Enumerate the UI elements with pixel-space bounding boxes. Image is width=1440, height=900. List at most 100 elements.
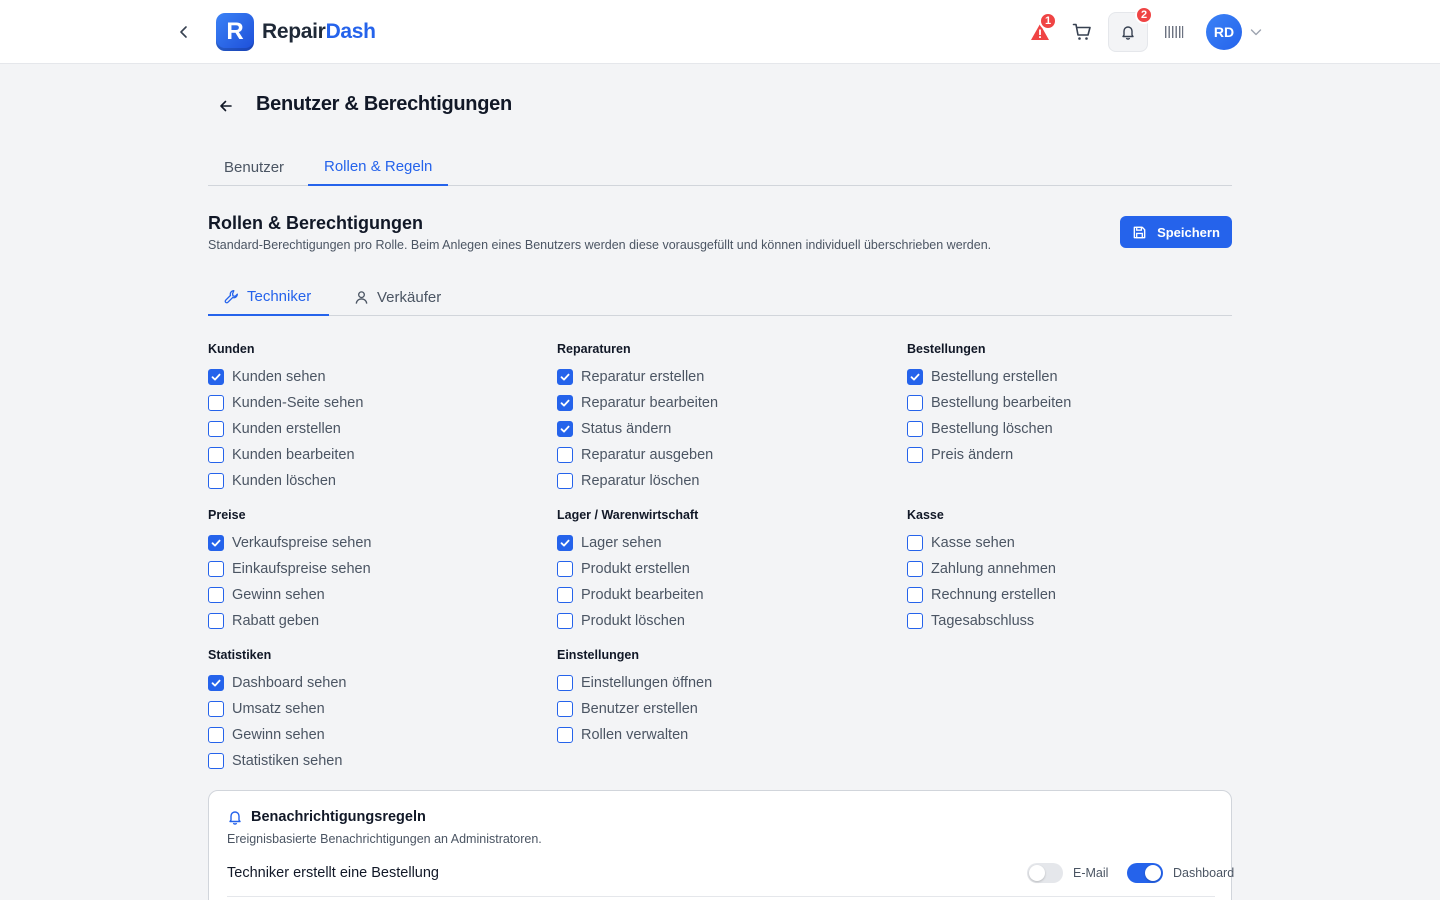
permission-checkbox[interactable] [907, 535, 923, 551]
permission-item[interactable]: Einstellungen öffnen [557, 670, 887, 696]
permission-label: Bestellung erstellen [931, 369, 1058, 385]
barcode-scanner-button[interactable] [1154, 12, 1194, 52]
chevron-down-icon[interactable] [1248, 24, 1264, 40]
permission-checkbox[interactable] [907, 447, 923, 463]
permission-item[interactable]: Rechnung erstellen [907, 582, 1237, 608]
tab-seller[interactable]: Verkäufer [338, 278, 457, 316]
permission-item[interactable]: Tagesabschluss [907, 608, 1237, 634]
permission-checkbox[interactable] [557, 369, 573, 385]
permission-checkbox[interactable] [557, 561, 573, 577]
permission-label: Zahlung annehmen [931, 561, 1056, 577]
permission-checkbox[interactable] [907, 421, 923, 437]
permission-item[interactable]: Kasse sehen [907, 530, 1237, 556]
permission-label: Preis ändern [931, 447, 1014, 463]
permission-checkbox[interactable] [557, 395, 573, 411]
permission-item[interactable]: Produkt erstellen [557, 556, 887, 582]
permission-checkbox[interactable] [208, 473, 224, 489]
permission-checkbox[interactable] [557, 587, 573, 603]
permission-item[interactable]: Reparatur erstellen [557, 364, 887, 390]
tab-roles-rules[interactable]: Rollen & Regeln [308, 148, 449, 186]
permission-checkbox[interactable] [208, 753, 224, 769]
permission-checkbox[interactable] [208, 613, 224, 629]
permission-checkbox[interactable] [208, 421, 224, 437]
permission-checkbox[interactable] [208, 675, 224, 691]
permission-label: Produkt löschen [581, 613, 685, 629]
permission-item[interactable]: Kunden sehen [208, 364, 538, 390]
permission-checkbox[interactable] [557, 421, 573, 437]
cart-button[interactable] [1062, 12, 1102, 52]
chevron-left-icon[interactable] [172, 20, 196, 44]
permission-label: Reparatur bearbeiten [581, 395, 719, 411]
permission-item[interactable]: Gewinn sehen [208, 722, 538, 748]
notification-rules-title: Benachrichtigungsregeln [251, 809, 426, 825]
tab-technician[interactable]: Techniker [208, 278, 329, 316]
permission-checkbox[interactable] [208, 727, 224, 743]
save-button[interactable]: Speichern [1120, 216, 1232, 248]
arrow-left-icon[interactable] [214, 94, 238, 118]
wrench-icon [224, 289, 238, 303]
permission-label: Statistiken sehen [232, 753, 343, 769]
role-tabs: Techniker Verkäufer [208, 278, 1232, 316]
permission-item[interactable]: Reparatur ausgeben [557, 442, 887, 468]
permission-checkbox[interactable] [557, 447, 573, 463]
check-icon [560, 399, 570, 407]
permission-group-title: Bestellungen [907, 342, 986, 356]
permission-checkbox[interactable] [907, 561, 923, 577]
main-tabs: Benutzer Rollen & Regeln [208, 148, 1232, 186]
permission-checkbox[interactable] [208, 447, 224, 463]
permission-item[interactable]: Reparatur bearbeiten [557, 390, 887, 416]
permission-checkbox[interactable] [557, 613, 573, 629]
permission-item[interactable]: Rabatt geben [208, 608, 538, 634]
permission-checkbox[interactable] [557, 473, 573, 489]
avatar[interactable]: RD [1206, 14, 1242, 50]
permission-checkbox[interactable] [208, 561, 224, 577]
permission-item[interactable]: Gewinn sehen [208, 582, 538, 608]
permission-checkbox[interactable] [557, 727, 573, 743]
permission-label: Kunden sehen [232, 369, 326, 385]
permission-item[interactable]: Benutzer erstellen [557, 696, 887, 722]
permission-group-title: Einstellungen [557, 648, 639, 662]
permission-checkbox[interactable] [557, 675, 573, 691]
permission-item[interactable]: Kunden erstellen [208, 416, 538, 442]
permission-item[interactable]: Produkt löschen [557, 608, 887, 634]
permission-checkbox[interactable] [907, 613, 923, 629]
permission-item[interactable]: Produkt bearbeiten [557, 582, 887, 608]
email-toggle[interactable] [1027, 863, 1063, 883]
permission-item[interactable]: Lager sehen [557, 530, 887, 556]
dashboard-toggle[interactable] [1127, 863, 1163, 883]
permission-item[interactable]: Kunden löschen [208, 468, 538, 494]
permission-checkbox[interactable] [208, 535, 224, 551]
permission-item[interactable]: Kunden bearbeiten [208, 442, 538, 468]
permission-checkbox[interactable] [208, 587, 224, 603]
permission-item[interactable]: Rollen verwalten [557, 722, 887, 748]
permission-checkbox[interactable] [907, 395, 923, 411]
permission-item[interactable]: Umsatz sehen [208, 696, 538, 722]
permission-label: Gewinn sehen [232, 587, 325, 603]
notifications-button[interactable]: 2 [1108, 6, 1153, 52]
permission-label: Bestellung bearbeiten [931, 395, 1072, 411]
app-logo[interactable]: R RepairDash [216, 13, 376, 51]
permission-item[interactable]: Reparatur löschen [557, 468, 887, 494]
permission-checkbox[interactable] [208, 369, 224, 385]
permission-item[interactable]: Dashboard sehen [208, 670, 538, 696]
alerts-button[interactable]: 1 [1020, 12, 1060, 52]
permission-item[interactable]: Status ändern [557, 416, 887, 442]
permission-checkbox[interactable] [208, 701, 224, 717]
permission-item[interactable]: Bestellung bearbeiten [907, 390, 1237, 416]
permission-checkbox[interactable] [208, 395, 224, 411]
permission-item[interactable]: Bestellung erstellen [907, 364, 1237, 390]
permission-item[interactable]: Preis ändern [907, 442, 1237, 468]
permission-item[interactable]: Kunden-Seite sehen [208, 390, 538, 416]
permission-item[interactable]: Bestellung löschen [907, 416, 1237, 442]
permission-item[interactable]: Verkaufspreise sehen [208, 530, 538, 556]
permission-checkbox[interactable] [907, 369, 923, 385]
permission-label: Rollen verwalten [581, 727, 689, 743]
permission-item[interactable]: Statistiken sehen [208, 748, 538, 774]
tab-users[interactable]: Benutzer [208, 148, 300, 186]
permission-checkbox[interactable] [557, 535, 573, 551]
permission-checkbox[interactable] [557, 701, 573, 717]
permission-item[interactable]: Einkaufspreise sehen [208, 556, 538, 582]
permission-checkbox[interactable] [907, 587, 923, 603]
permission-item[interactable]: Zahlung annehmen [907, 556, 1237, 582]
toggle-knob [1145, 865, 1161, 881]
